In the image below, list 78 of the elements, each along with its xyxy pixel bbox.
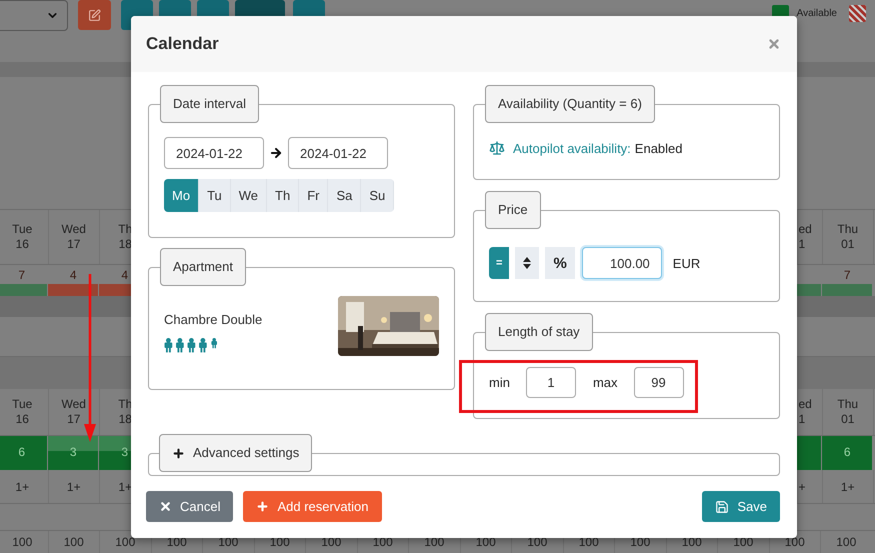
day-header: Tue 16 [12,222,32,252]
day-header: Wed 17 [62,222,86,252]
dialog-title: Calendar [146,34,219,54]
price-cell: 100 [630,535,650,549]
min-stay-field[interactable]: 1 [526,367,576,398]
weekday-toggle[interactable]: Th [267,179,300,212]
price-cell: 100 [578,535,599,549]
price-field[interactable]: 100.00 [582,247,662,279]
min-stay-cell: 1+ [118,480,132,494]
min-stay-cell: 1+ [66,480,81,494]
autopilot-value: Enabled [634,140,683,156]
day-header: Thu 01 [837,397,858,428]
plus-icon [172,446,185,460]
price-cell: 100 [12,535,32,549]
weekday-toggle[interactable]: Mo [164,179,200,212]
panel-legend: Apartment [160,248,246,286]
panel-legend: Availability (Quantity = 6) [485,85,655,123]
day-header: ed 1 [798,397,812,428]
availability-count: 4 [121,268,128,284]
min-stay-cell: 1+ [840,480,855,494]
weekday-toggle[interactable]: Sa [328,179,362,212]
min-label: min [489,375,510,390]
price-cell: 100 [64,535,84,549]
cancel-button[interactable]: Cancel [146,491,234,522]
price-cell: 100 [682,535,702,549]
save-icon [715,500,730,514]
price-cell: 100 [527,535,548,549]
day-header: Tue 16 [12,397,32,428]
price-mode-button[interactable] [515,247,540,279]
close-icon [159,500,172,513]
availability-count: 6 [844,445,851,462]
price-mode-button[interactable]: = [489,247,510,279]
weekday-toggle[interactable]: Tu [199,179,231,212]
start-date-field[interactable]: 2024-01-22 [164,137,264,169]
edit-button[interactable] [78,0,111,30]
availability-count: 3 [70,445,77,462]
legend-label: Available [796,8,837,19]
availability-count: 7 [18,268,26,284]
edit-icon [88,8,101,22]
price-mode-button[interactable]: % [545,247,575,279]
autopilot-label: Autopilot availability: [513,140,631,156]
price-cell: 100 [218,535,238,549]
sort-icon [523,257,532,269]
apartment-name: Chambre Double [164,312,262,327]
price-cell: 100 [476,535,496,549]
day-header: Thu 01 [837,222,858,252]
availability-count: 3 [121,445,128,462]
weekday-toggle[interactable]: Fr [299,179,328,212]
price-cell: 100 [733,535,754,549]
availability-count: 7 [844,268,851,284]
weekday-toggle[interactable]: We [230,179,268,212]
day-header: Wed 17 [62,397,86,428]
min-stay-cell: 1+ [15,480,30,494]
end-date-field[interactable]: 2024-01-22 [288,137,388,169]
availability-count: 4 [70,268,77,284]
price-cell: 100 [424,535,444,549]
price-cell: 100 [115,535,136,549]
price-cell: 100 [166,535,187,549]
panel-legend: Date interval [160,85,259,123]
plus-icon [256,500,270,513]
close-icon[interactable] [767,37,781,51]
save-button[interactable]: Save [702,491,780,522]
availability-count: 6 [18,445,26,462]
price-cell: 100 [836,535,856,549]
scale-icon [489,140,505,156]
max-stay-field[interactable]: 99 [634,367,684,398]
price-cell: 100 [321,535,342,549]
advanced-settings-toggle[interactable]: Advanced settings [159,434,312,472]
price-cell: 100 [372,535,393,549]
currency-label: EUR [672,256,700,270]
min-stay-cell: + [798,480,806,494]
day-header: ed 1 [798,222,812,252]
panel-legend: Length of stay [485,313,593,351]
price-cell: 100 [270,535,290,549]
weekday-toggle[interactable]: Su [361,179,394,212]
panel-legend: Price [485,191,541,229]
max-label: max [592,375,618,390]
price-cell: 100 [784,535,805,549]
